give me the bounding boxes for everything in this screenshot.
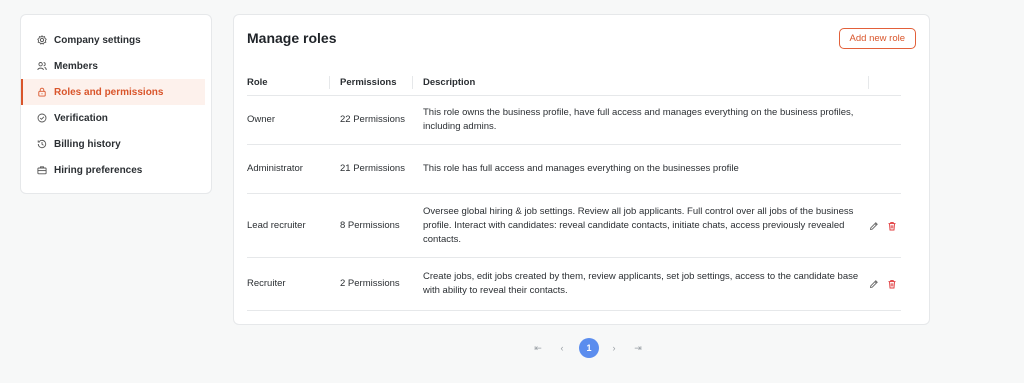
- first-page-button[interactable]: ⇤: [527, 338, 549, 358]
- roles-table: Role Permissions Description Owner 22 Pe…: [247, 70, 901, 311]
- edit-pencil-icon[interactable]: [869, 279, 879, 289]
- role-permissions: 2 Permissions: [340, 278, 400, 289]
- users-icon: [37, 61, 47, 71]
- sidebar-item-label: Roles and permissions: [54, 86, 164, 98]
- delete-trash-icon[interactable]: [887, 221, 897, 231]
- last-page-button[interactable]: ⇥: [627, 338, 649, 358]
- check-circle-icon: [37, 113, 47, 123]
- lock-icon: [37, 87, 47, 97]
- row-actions: [869, 279, 901, 289]
- sidebar-item-label: Billing history: [54, 138, 121, 150]
- role-description: Oversee global hiring & job settings. Re…: [423, 205, 854, 245]
- role-name: Administrator: [247, 163, 303, 174]
- table-row[interactable]: Administrator 21 Permissions This role h…: [247, 145, 901, 194]
- role-description: This role has full access and manages ev…: [423, 163, 739, 174]
- edit-pencil-icon[interactable]: [869, 221, 879, 231]
- sidebar-item-verification[interactable]: Verification: [21, 105, 211, 131]
- sidebar-item-label: Hiring preferences: [54, 164, 143, 176]
- gear-icon: [37, 35, 47, 45]
- prev-page-button[interactable]: ‹: [551, 338, 573, 358]
- settings-sidebar: Company settings Members Roles and permi…: [20, 14, 212, 194]
- manage-roles-card: Manage roles Add new role Role Permissio…: [233, 14, 930, 325]
- role-name: Recruiter: [247, 278, 286, 289]
- sidebar-item-hiring-preferences[interactable]: Hiring preferences: [21, 157, 211, 183]
- table-row[interactable]: Recruiter 2 Permissions Create jobs, edi…: [247, 258, 901, 311]
- table-row[interactable]: Owner 22 Permissions This role owns the …: [247, 96, 901, 145]
- sidebar-item-label: Members: [54, 60, 98, 72]
- sidebar-item-roles-and-permissions[interactable]: Roles and permissions: [21, 79, 205, 105]
- current-page-button[interactable]: 1: [579, 338, 599, 358]
- table-header: Role Permissions Description: [247, 70, 901, 96]
- column-header-actions: [869, 70, 901, 95]
- column-header-role[interactable]: Role: [247, 70, 330, 95]
- column-header-description[interactable]: Description: [413, 70, 869, 95]
- role-permissions: 22 Permissions: [340, 114, 405, 125]
- role-description: This role owns the business profile, hav…: [423, 107, 854, 132]
- add-new-role-button[interactable]: Add new role: [838, 28, 916, 49]
- page-title: Manage roles: [247, 30, 337, 46]
- role-permissions: 8 Permissions: [340, 219, 400, 231]
- clock-icon: [37, 139, 47, 149]
- sidebar-item-members[interactable]: Members: [21, 53, 211, 79]
- role-description: Create jobs, edit jobs created by them, …: [423, 271, 859, 296]
- table-row[interactable]: Lead recruiter 8 Permissions Oversee glo…: [247, 194, 901, 258]
- pagination: ⇤ ‹ 1 › ⇥: [527, 338, 651, 358]
- sidebar-item-company-settings[interactable]: Company settings: [21, 27, 211, 53]
- row-actions: [869, 221, 901, 231]
- column-header-permissions[interactable]: Permissions: [330, 70, 413, 95]
- sidebar-item-billing-history[interactable]: Billing history: [21, 131, 211, 157]
- sidebar-item-label: Company settings: [54, 34, 141, 46]
- next-page-button[interactable]: ›: [603, 338, 625, 358]
- role-permissions: 21 Permissions: [340, 163, 405, 174]
- briefcase-icon: [37, 165, 47, 175]
- delete-trash-icon[interactable]: [887, 279, 897, 289]
- sidebar-item-label: Verification: [54, 112, 108, 124]
- role-name: Owner: [247, 114, 275, 125]
- role-name: Lead recruiter: [247, 219, 306, 231]
